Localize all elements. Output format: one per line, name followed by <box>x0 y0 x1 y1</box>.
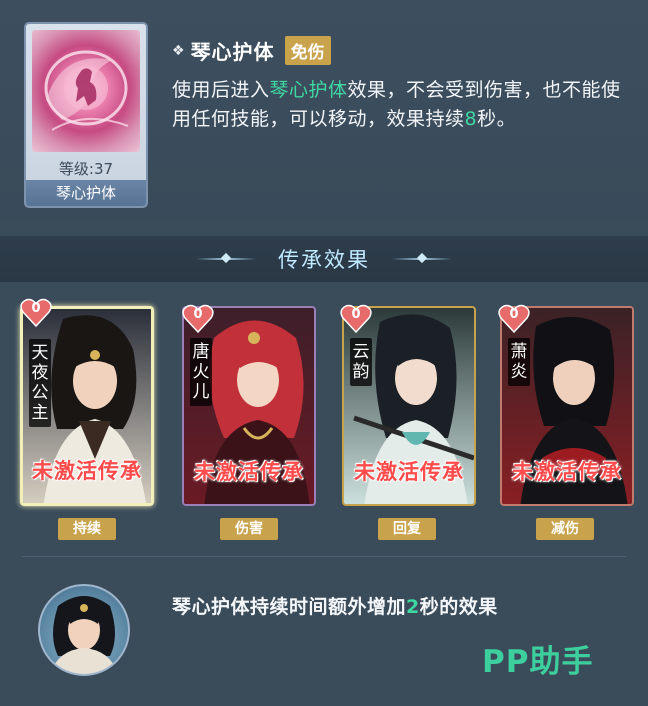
hero-status-2: 未激活传承 <box>194 460 304 484</box>
hero-card-3[interactable]: 云韵 未激活传承 <box>342 306 476 506</box>
heart-badge-1: 0 <box>20 298 52 328</box>
hero-tag-2: 伤害 <box>220 518 278 540</box>
hero-tag-4: 减伤 <box>536 518 594 540</box>
bonus-value: 2 <box>406 596 420 618</box>
hero-tag-1: 持续 <box>58 518 116 540</box>
skill-card-name: 琴心护体 <box>26 180 146 206</box>
hero-name-3: 云韵 <box>350 338 372 386</box>
heart-badge-2: 0 <box>182 304 214 334</box>
desc-duration: 8 <box>464 108 478 130</box>
section-title: 传承效果 <box>278 248 370 272</box>
hero-name-2: 唐火儿 <box>190 338 212 406</box>
avatar[interactable] <box>38 584 130 676</box>
hero-avatar-portrait <box>50 596 118 674</box>
hero-status-1: 未激活传承 <box>32 459 142 483</box>
section-header: 传承效果 <box>0 236 648 282</box>
skill-description: 使用后进入琴心护体效果，不会受到伤害，也不能使用任何技能，可以移动，效果持续8秒… <box>172 76 634 134</box>
heart-count-1: 0 <box>31 301 41 316</box>
heart-count-3: 0 <box>351 307 361 322</box>
hero-card-1[interactable]: 天夜公主 未激活传承 <box>20 306 154 506</box>
diamond-bullet-icon: ❖ <box>172 42 185 59</box>
hero-name-4: 萧炎 <box>508 338 530 386</box>
watermark-logo: PP助手 <box>482 644 594 680</box>
desc-highlight: 琴心护体 <box>269 79 348 101</box>
decor-left-icon <box>196 252 256 265</box>
hero-name-1: 天夜公主 <box>29 339 51 427</box>
desc-text: 秒。 <box>477 108 517 130</box>
skill-title-row: ❖ 琴心护体 免伤 <box>172 36 331 65</box>
hero-status-3: 未激活传承 <box>354 460 464 484</box>
skill-level: 等级:37 <box>58 160 114 178</box>
hero-status-4: 未激活传承 <box>512 460 622 484</box>
inheritance-bonus-text: 琴心护体持续时间额外增加2秒的效果 <box>172 592 498 619</box>
skill-icon-art <box>32 30 140 152</box>
skill-card[interactable]: 等级:37 琴心护体 <box>24 22 148 208</box>
bonus-text: 琴心护体持续时间额外增加 <box>172 596 407 618</box>
divider <box>22 556 626 557</box>
heart-count-2: 0 <box>193 307 203 322</box>
bonus-text: 秒的效果 <box>419 596 498 618</box>
hero-card-2[interactable]: 唐火儿 未激活传承 <box>182 306 316 506</box>
skill-title: 琴心护体 <box>190 40 275 64</box>
heart-count-4: 0 <box>509 307 519 322</box>
hero-tag-3: 回复 <box>378 518 436 540</box>
heart-badge-4: 0 <box>498 304 530 334</box>
decor-right-icon <box>392 252 452 265</box>
skill-type-badge: 免伤 <box>284 36 331 65</box>
desc-text: 使用后进入 <box>172 79 270 101</box>
hero-card-4[interactable]: 萧炎 未激活传承 <box>500 306 634 506</box>
heart-badge-3: 0 <box>340 304 372 334</box>
